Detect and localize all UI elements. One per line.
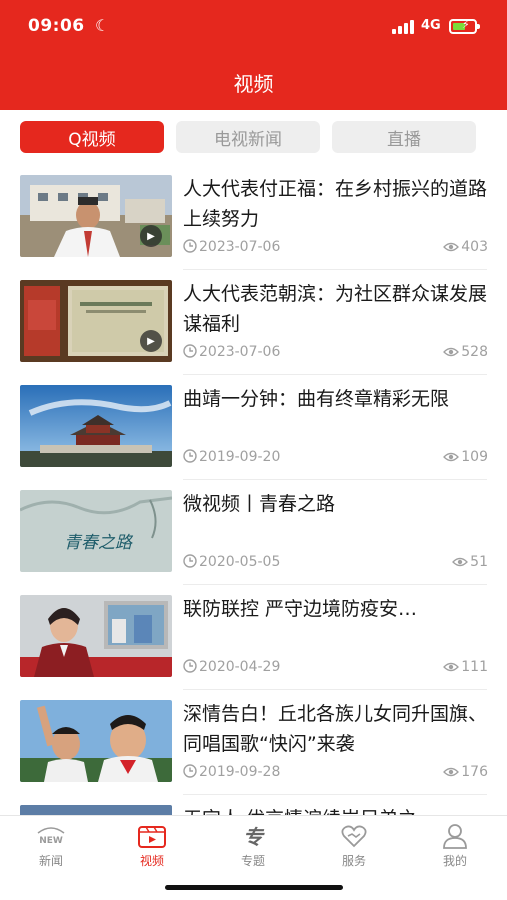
video-views: 528 — [443, 344, 488, 360]
eye-icon — [443, 242, 460, 252]
clock-icon — [183, 764, 197, 778]
eye-icon — [443, 767, 460, 777]
video-title[interactable]: 联防联控 严守边境防疫安… — [183, 594, 488, 624]
video-meta: 2023-07-06 528 — [183, 344, 488, 364]
video-meta: 2020-05-05 51 — [183, 554, 488, 574]
video-date: 2019-09-28 — [183, 764, 280, 780]
category-tabs: Q视频 电视新闻 直播 — [20, 121, 488, 153]
video-item[interactable]: ▶ 人大代表付正福：在乡村振兴的道路上续努力 2023-07-06 403 — [0, 165, 507, 270]
eye-icon — [443, 662, 460, 672]
video-title[interactable]: 无完人 优京情谊续岩兄弟之 — [183, 804, 488, 815]
nav-video-label: 视频 — [139, 854, 164, 868]
eye-icon — [443, 452, 460, 462]
nav-video[interactable]: 视频 — [112, 822, 192, 869]
tab-q-video[interactable]: Q视频 — [20, 121, 164, 153]
video-thumbnail[interactable] — [20, 595, 172, 677]
video-item[interactable]: 联防联控 严守边境防疫安… 2020-04-29 111 — [0, 585, 507, 690]
video-item[interactable]: 无完人 优京情谊续岩兄弟之 — [0, 795, 507, 815]
battery-icon: ⚡ — [449, 18, 480, 34]
video-views: 403 — [443, 239, 488, 255]
video-meta: 2019-09-20 109 — [183, 449, 488, 469]
clock-icon — [183, 554, 197, 568]
video-title[interactable]: 深情告白！丘北各族儿女同升国旗、同唱国歌“快闪”来袭 — [183, 699, 488, 759]
clock-icon — [183, 449, 197, 463]
clock-icon — [183, 239, 197, 253]
video-meta: 2019-09-28 176 — [183, 764, 488, 784]
video-thumbnail[interactable]: 青春之路 — [20, 490, 172, 572]
thumbnail-text: 青春之路 — [64, 533, 134, 553]
video-item[interactable]: 青春之路 微视频丨青春之路 2020-05-05 51 — [0, 480, 507, 585]
network-label: 4G — [421, 18, 441, 33]
play-icon[interactable]: ▶ — [140, 225, 162, 247]
video-meta: 2020-04-29 111 — [183, 659, 488, 679]
video-date: 2023-07-06 — [183, 344, 280, 360]
video-title[interactable]: 微视频丨青春之路 — [183, 489, 488, 519]
nav-news[interactable]: NEW 新闻 — [11, 822, 91, 869]
status-bar: 09:06 ☾ 4G ⚡ — [0, 14, 507, 42]
video-thumbnail[interactable] — [20, 385, 172, 467]
video-views: 51 — [452, 554, 488, 570]
video-meta: 2023-07-06 403 — [183, 239, 488, 259]
app-header: 09:06 ☾ 4G ⚡ 视频 — [0, 0, 507, 110]
svg-text:NEW: NEW — [39, 836, 63, 846]
tab-tv-news[interactable]: 电视新闻 — [176, 121, 320, 153]
nav-profile-label: 我的 — [442, 854, 467, 868]
home-indicator[interactable] — [165, 885, 343, 890]
video-views: 111 — [443, 659, 488, 675]
video-thumbnail[interactable] — [20, 805, 172, 815]
topic-icon: 专 — [243, 825, 265, 849]
video-item[interactable]: ▶ 人大代表范朝滨：为社区群众谋发展 谋福利 2023-07-06 528 — [0, 270, 507, 375]
video-views: 176 — [443, 764, 488, 780]
video-thumbnail[interactable]: ▶ — [20, 280, 172, 362]
page-title: 视频 — [233, 72, 274, 96]
moon-icon: ☾ — [95, 16, 110, 35]
nav-service[interactable]: 服务 — [314, 822, 394, 869]
signal-icon — [392, 20, 414, 34]
video-thumbnail[interactable] — [20, 700, 172, 782]
svg-text:专: 专 — [243, 825, 265, 849]
video-date: 2019-09-20 — [183, 449, 280, 465]
nav-service-label: 服务 — [341, 854, 366, 868]
profile-icon — [443, 824, 467, 849]
nav-topic[interactable]: 专 专题 — [213, 822, 293, 869]
video-title[interactable]: 人大代表付正福：在乡村振兴的道路上续努力 — [183, 174, 488, 234]
nav-news-label: 新闻 — [38, 854, 63, 868]
play-icon[interactable]: ▶ — [140, 330, 162, 352]
nav-topic-label: 专题 — [240, 854, 265, 868]
video-list: ▶ 人大代表付正福：在乡村振兴的道路上续努力 2023-07-06 403 ▶ … — [0, 165, 507, 815]
tab-live[interactable]: 直播 — [332, 121, 476, 153]
video-title[interactable]: 人大代表范朝滨：为社区群众谋发展 谋福利 — [183, 279, 488, 339]
news-icon: NEW — [37, 827, 65, 846]
eye-icon — [452, 557, 469, 567]
video-date: 2023-07-06 — [183, 239, 280, 255]
video-icon — [138, 826, 166, 848]
service-icon — [341, 825, 367, 848]
video-title[interactable]: 曲靖一分钟：曲有终章精彩无限 — [183, 384, 488, 414]
video-item[interactable]: 曲靖一分钟：曲有终章精彩无限 2019-09-20 109 — [0, 375, 507, 480]
video-views: 109 — [443, 449, 488, 465]
video-date: 2020-05-05 — [183, 554, 280, 570]
status-time: 09:06 — [28, 16, 85, 36]
video-thumbnail[interactable]: ▶ — [20, 175, 172, 257]
clock-icon — [183, 659, 197, 673]
video-date: 2020-04-29 — [183, 659, 280, 675]
clock-icon — [183, 344, 197, 358]
nav-profile[interactable]: 我的 — [415, 822, 495, 869]
video-item[interactable]: 深情告白！丘北各族儿女同升国旗、同唱国歌“快闪”来袭 2019-09-28 17… — [0, 690, 507, 795]
eye-icon — [443, 347, 460, 357]
